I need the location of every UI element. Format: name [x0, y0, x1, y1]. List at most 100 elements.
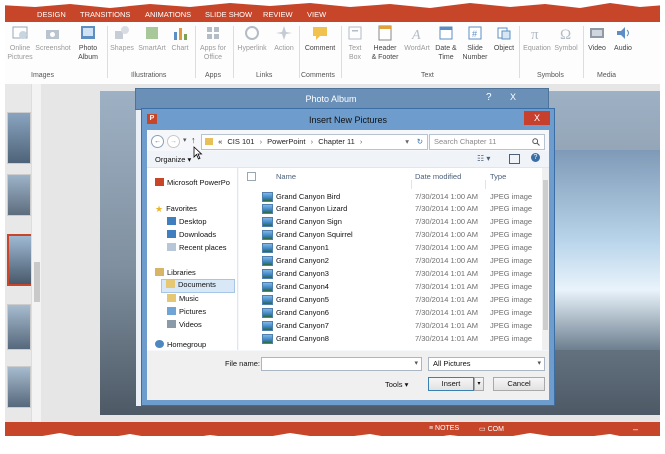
object-label: Object	[493, 45, 515, 52]
group-separator	[341, 26, 342, 78]
file-row[interactable]: Grand Canyon7 7/30/2014 1:01 AM JPEG image	[239, 319, 539, 331]
file-row[interactable]: Grand Canyon1 7/30/2014 1:00 AM JPEG image	[239, 241, 539, 253]
file-row[interactable]: Grand Canyon Bird 7/30/2014 1:00 AM JPEG i…	[239, 190, 539, 202]
nav-microsoft-powerpoint[interactable]: Microsoft PowerPo	[155, 178, 230, 187]
slide-number-button[interactable]: # Slide Number	[461, 24, 489, 62]
file-row[interactable]: Grand Canyon Squirrel 7/30/2014 1:00 AM JP…	[239, 228, 539, 240]
file-type: JPEG image	[490, 282, 533, 291]
equation-button[interactable]: π Equation	[521, 24, 553, 53]
header-footer-button[interactable]: Header & Footer	[369, 24, 401, 62]
insert-split-dropdown[interactable]: ▾	[474, 377, 484, 391]
object-button[interactable]: Object	[491, 24, 517, 53]
shapes-label: Shapes	[110, 45, 134, 52]
file-name-input[interactable]: ▾	[261, 357, 422, 371]
breadcrumb-separator-icon: ›	[310, 137, 314, 146]
column-header-date-modified[interactable]: Date modified	[415, 172, 461, 181]
nav-downloads[interactable]: Downloads	[167, 230, 216, 239]
nav-recent-places[interactable]: Recent places	[167, 243, 227, 252]
online-pictures-button[interactable]: Online Pictures	[7, 24, 33, 62]
symbol-button[interactable]: Ω Symbol	[553, 24, 579, 53]
slide-thumbnail[interactable]	[7, 366, 31, 408]
smartart-button[interactable]: SmartArt	[137, 24, 167, 53]
help-button[interactable]: ?	[486, 92, 492, 103]
file-type: JPEG image	[490, 334, 533, 343]
nav-homegroup[interactable]: Homegroup	[155, 340, 206, 349]
breadcrumb-cis101[interactable]: CIS 101	[227, 137, 254, 146]
nav-music[interactable]: Music	[167, 294, 199, 303]
breadcrumb-chapter11[interactable]: Chapter 11	[318, 137, 355, 146]
nav-favorites[interactable]: ★ Favorites	[155, 204, 197, 214]
tools-button[interactable]: Tools ▾	[385, 380, 408, 389]
insert-button[interactable]: Insert	[428, 377, 474, 391]
wordart-button[interactable]: A WordArt	[403, 24, 431, 53]
file-list-scrollbar[interactable]	[542, 168, 549, 350]
file-type-select[interactable]: All Pictures ▾	[428, 357, 545, 371]
file-name: Grand Canyon5	[276, 295, 329, 304]
file-name: Grand Canyon2	[276, 256, 329, 265]
date-time-button[interactable]: Date & Time	[433, 24, 459, 62]
audio-button[interactable]: Audio	[611, 24, 635, 53]
file-row[interactable]: Grand Canyon6 7/30/2014 1:01 AM JPEG image	[239, 306, 539, 318]
select-all-checkbox[interactable]	[247, 172, 256, 181]
screenshot-label: Screenshot	[35, 45, 71, 52]
shapes-button[interactable]: Shapes	[109, 24, 135, 53]
video-button[interactable]: Video	[585, 24, 609, 53]
speaker-icon	[617, 27, 629, 39]
column-header-name[interactable]: Name	[276, 172, 296, 181]
apps-for-office-button[interactable]: Apps for Office	[197, 24, 229, 62]
nav-libraries[interactable]: Libraries	[155, 268, 196, 277]
photo-album-button[interactable]: Photo Album	[73, 24, 103, 62]
date-time-label: Date & Time	[435, 45, 457, 61]
file-row[interactable]: Grand Canyon4 7/30/2014 1:01 AM JPEG image	[239, 280, 539, 292]
file-row[interactable]: Grand Canyon8 7/30/2014 1:01 AM JPEG image	[239, 332, 539, 344]
torn-edge-decoration	[0, 433, 665, 454]
comment-button[interactable]: Comment	[301, 24, 339, 53]
nav-pictures[interactable]: Pictures	[167, 307, 206, 316]
column-header-type[interactable]: Type	[490, 172, 506, 181]
preview-pane-icon[interactable]	[509, 154, 520, 164]
refresh-icon[interactable]: ↻	[417, 135, 423, 149]
command-bar: Organize ▾ ☷ ▾ ?	[147, 151, 549, 168]
help-icon[interactable]: ?	[531, 153, 540, 162]
photo-album-title-bar: Photo Album ? X	[135, 88, 549, 110]
organize-button[interactable]: Organize ▾	[155, 155, 191, 164]
action-button[interactable]: Action	[271, 24, 297, 53]
cancel-button[interactable]: Cancel	[493, 377, 545, 391]
back-button[interactable]: ←	[151, 135, 164, 148]
search-box[interactable]: Search Chapter 11	[429, 134, 545, 150]
nav-videos[interactable]: Videos	[167, 320, 202, 329]
file-row[interactable]: Grand Canyon Sign 7/30/2014 1:00 AM JPEG i…	[239, 215, 539, 227]
address-dropdown-icon[interactable]: ▾	[405, 135, 409, 149]
breadcrumb-powerpoint[interactable]: PowerPoint	[267, 137, 305, 146]
online-pictures-icon	[12, 26, 28, 39]
view-options-icon[interactable]: ☷ ▾	[477, 154, 490, 163]
scrollbar-thumb[interactable]	[34, 262, 40, 302]
file-name: Grand Canyon3	[276, 269, 329, 278]
file-row[interactable]: Grand Canyon5 7/30/2014 1:01 AM JPEG image	[239, 293, 539, 305]
nav-desktop[interactable]: Desktop	[167, 217, 207, 226]
file-row[interactable]: Grand Canyon2 7/30/2014 1:00 AM JPEG image	[239, 254, 539, 266]
chart-button[interactable]: Chart	[169, 24, 191, 53]
recent-locations-dropdown[interactable]: ▾	[183, 136, 187, 144]
screenshot-button[interactable]: Screenshot	[35, 24, 71, 53]
up-arrow-icon[interactable]: ↑	[191, 135, 196, 145]
slide-thumbnail[interactable]	[7, 174, 31, 216]
file-name: Grand Canyon4	[276, 282, 329, 291]
slide-thumbnail[interactable]	[7, 112, 31, 164]
breadcrumb-overflow[interactable]: «	[218, 137, 222, 146]
text-box-button[interactable]: Text Box	[343, 24, 367, 62]
nav-documents[interactable]: Documents	[161, 279, 235, 293]
forward-button[interactable]: →	[167, 135, 180, 148]
scrollbar-thumb[interactable]	[543, 180, 548, 330]
group-separator	[107, 26, 108, 78]
slide-thumbnail-selected[interactable]	[7, 234, 33, 286]
hyperlink-button[interactable]: Hyperlink	[235, 24, 269, 53]
action-icon	[276, 26, 292, 40]
file-row[interactable]: Grand Canyon Lizard 7/30/2014 1:00 AM JPEG…	[239, 202, 539, 214]
dialog-close-button[interactable]: X	[524, 111, 550, 125]
file-row[interactable]: Grand Canyon3 7/30/2014 1:01 AM JPEG image	[239, 267, 539, 279]
powerpoint-icon	[155, 178, 164, 186]
slide-thumbnail[interactable]	[7, 304, 31, 350]
album-close-button[interactable]: X	[504, 92, 522, 104]
address-bar[interactable]: « CIS 101 › PowerPoint › Chapter 11 › ▾ …	[201, 134, 428, 150]
